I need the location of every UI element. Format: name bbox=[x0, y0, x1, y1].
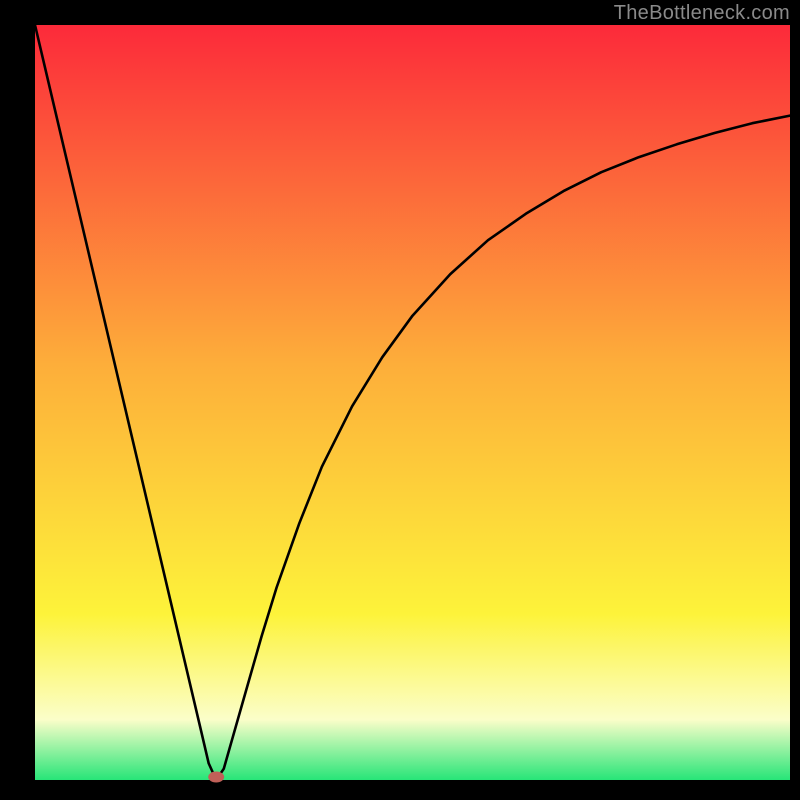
bottleneck-chart bbox=[0, 0, 800, 800]
optimum-marker bbox=[208, 772, 224, 783]
plot-background bbox=[35, 25, 790, 780]
attribution-label: TheBottleneck.com bbox=[614, 2, 790, 25]
chart-frame: TheBottleneck.com bbox=[0, 0, 800, 800]
